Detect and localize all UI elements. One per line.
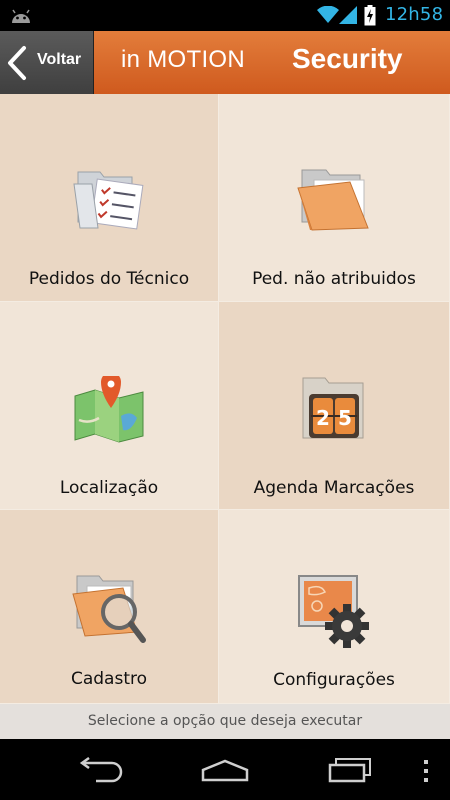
- menu-item-label: Ped. não atribuidos: [252, 269, 416, 289]
- home-icon[interactable]: [200, 758, 250, 786]
- menu-item-label: Agenda Marcações: [253, 478, 415, 498]
- checklist-folder-icon: [73, 171, 144, 230]
- battery-charging-icon: [364, 5, 376, 26]
- hint-text: Selecione a opção que deseja executar: [0, 704, 450, 739]
- menu-item-label: Pedidos do Técnico: [28, 269, 190, 289]
- navigation-bar: [0, 739, 450, 800]
- calendar-folder-icon: 2 5: [302, 377, 364, 439]
- settings-gear-icon: [298, 575, 369, 648]
- back-button-label: Voltar: [37, 51, 82, 68]
- menu-item-pedidos-tecnico[interactable]: Pedidos do Técnico: [0, 94, 219, 302]
- menu-item-pedidos-nao-atribuidos[interactable]: Ped. não atribuidos: [219, 94, 450, 302]
- android-icon: [12, 9, 30, 23]
- wifi-icon: [317, 6, 339, 23]
- recent-apps-icon[interactable]: [328, 755, 372, 787]
- menu-item-cadastro[interactable]: Cadastro: [0, 510, 219, 704]
- chevron-left-icon: [8, 46, 26, 80]
- overflow-menu-icon[interactable]: [422, 759, 430, 787]
- back-icon[interactable]: [76, 756, 124, 787]
- open-folder-icon: [297, 169, 369, 231]
- menu-item-localizacao[interactable]: Localização: [0, 302, 219, 510]
- svg-text:2: 2: [316, 406, 330, 430]
- brand-title: in MOTION: [121, 46, 246, 73]
- menu-grid: Pedidos do Técnico Ped. não atribuidos L…: [0, 94, 450, 704]
- menu-item-label: Localização: [59, 478, 159, 498]
- map-pin-icon: [74, 376, 144, 443]
- menu-item-agenda-marcacoes[interactable]: 2 5 Agenda Marcações: [219, 302, 450, 510]
- status-time: 12h58: [385, 4, 444, 25]
- back-button[interactable]: Voltar: [0, 31, 94, 94]
- page-title: Security: [292, 43, 403, 74]
- signal-icon: [339, 6, 357, 24]
- svg-text:5: 5: [338, 406, 352, 430]
- menu-item-label: Cadastro: [70, 669, 148, 689]
- menu-item-label: Configurações: [273, 670, 395, 690]
- status-bar: 12h58: [0, 0, 450, 31]
- folder-search-icon: [72, 575, 146, 643]
- menu-item-configuracoes[interactable]: Configurações: [219, 510, 450, 704]
